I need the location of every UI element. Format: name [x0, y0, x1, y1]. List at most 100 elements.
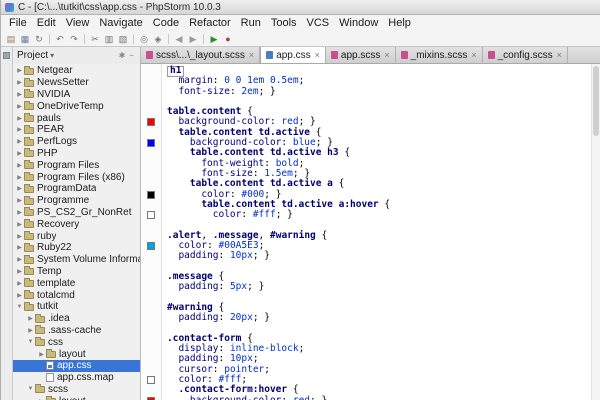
expand-collapsed-icon[interactable]: ▶: [15, 292, 24, 299]
expand-expanded-icon[interactable]: ▼: [15, 304, 24, 310]
tab-close-icon[interactable]: ×: [249, 50, 254, 60]
editor-tab[interactable]: scss\...\_layout.scss ×: [141, 47, 261, 63]
code-line[interactable]: background-color: red; }: [167, 395, 591, 400]
back-icon[interactable]: ◀: [172, 32, 186, 46]
color-swatch[interactable]: [147, 118, 155, 127]
find-icon[interactable]: ◎: [137, 32, 151, 46]
expand-collapsed-icon[interactable]: ▶: [15, 79, 24, 86]
project-panel-header[interactable]: Project ▾ ✱ −: [13, 47, 140, 64]
expand-collapsed-icon[interactable]: ▶: [15, 221, 24, 228]
menu-item-navigate[interactable]: Navigate: [94, 17, 147, 29]
editor-tab[interactable]: app.scss ×: [326, 47, 396, 63]
tree-item[interactable]: ▼ tutkit: [13, 301, 140, 313]
expand-collapsed-icon[interactable]: ▶: [37, 351, 46, 358]
code-line[interactable]: padding: 5px; }: [167, 282, 591, 292]
tab-close-icon[interactable]: ×: [384, 50, 389, 60]
expand-collapsed-icon[interactable]: ▶: [15, 268, 24, 275]
expand-collapsed-icon[interactable]: ▶: [15, 280, 24, 287]
scrollbar-thumb[interactable]: [593, 66, 599, 136]
expand-collapsed-icon[interactable]: ▶: [26, 315, 35, 322]
project-tool-button[interactable]: [3, 52, 10, 59]
expand-collapsed-icon[interactable]: ▶: [15, 244, 24, 251]
tree-item[interactable]: ▶ Netgear: [13, 65, 140, 77]
code-line[interactable]: padding: 20px; }: [167, 312, 591, 323]
tree-item[interactable]: ▶ Recovery: [13, 218, 140, 230]
tree-item[interactable]: ▶ ProgramData: [13, 183, 140, 195]
tree-item[interactable]: ▶ pauls: [13, 112, 140, 124]
code-line[interactable]: padding: 10px; }: [167, 251, 591, 261]
expand-collapsed-icon[interactable]: ▶: [15, 103, 24, 110]
tree-item[interactable]: ▶ Temp: [13, 266, 140, 278]
expand-collapsed-icon[interactable]: ▶: [15, 126, 24, 133]
open-icon[interactable]: ▤: [4, 32, 18, 46]
tab-close-icon[interactable]: ×: [557, 50, 562, 60]
forward-icon[interactable]: ▶: [186, 32, 200, 46]
menu-item-run[interactable]: Run: [236, 17, 266, 29]
menu-item-window[interactable]: Window: [334, 17, 383, 29]
expand-collapsed-icon[interactable]: ▶: [15, 162, 24, 169]
chevron-down-icon[interactable]: ▾: [50, 51, 54, 60]
menu-item-refactor[interactable]: Refactor: [184, 17, 236, 29]
expand-collapsed-icon[interactable]: ▶: [15, 174, 24, 181]
copy-icon[interactable]: ▥: [102, 32, 116, 46]
color-swatch[interactable]: [147, 190, 155, 199]
debug-icon[interactable]: ●: [221, 32, 235, 46]
color-swatch[interactable]: [147, 396, 155, 400]
menu-item-vcs[interactable]: VCS: [302, 17, 335, 29]
tree-item[interactable]: ▶ PS_CS2_Gr_NonRet: [13, 207, 140, 219]
menu-item-file[interactable]: File: [4, 17, 32, 29]
tree-item[interactable]: app.css.map: [13, 372, 140, 384]
editor[interactable]: h1 margin: 0 0 1em 0.5em; font-size: 2em…: [141, 64, 600, 400]
run-icon[interactable]: ▶: [207, 32, 221, 46]
code-line[interactable]: [167, 262, 591, 272]
code-line[interactable]: font-size: 2em; }: [167, 86, 591, 97]
hide-panel-icon[interactable]: −: [127, 51, 136, 60]
tree-item[interactable]: ▶ PEAR: [13, 124, 140, 136]
tree-item[interactable]: app.css: [13, 359, 140, 372]
tree-item[interactable]: ▼ css: [13, 336, 140, 348]
menu-item-help[interactable]: Help: [383, 17, 416, 29]
undo-icon[interactable]: ↶: [53, 32, 67, 46]
expand-collapsed-icon[interactable]: ▶: [15, 209, 24, 216]
tree-item[interactable]: ▶ .idea: [13, 313, 140, 325]
menu-item-view[interactable]: View: [61, 17, 95, 29]
code-line[interactable]: color: #fff; }: [167, 210, 591, 220]
color-swatch[interactable]: [147, 139, 155, 148]
tree-item[interactable]: ▶ totalcmd: [13, 289, 140, 301]
expand-collapsed-icon[interactable]: ▶: [26, 327, 35, 334]
replace-icon[interactable]: ◈: [151, 32, 165, 46]
tab-close-icon[interactable]: ×: [471, 50, 476, 60]
title-bar[interactable]: C - [C:\...\tutkit\css\app.css - PhpStor…: [1, 0, 600, 15]
expand-collapsed-icon[interactable]: ▶: [15, 138, 24, 145]
tree-item[interactable]: ▶ PerfLogs: [13, 136, 140, 148]
tree-item[interactable]: ▶layout: [13, 395, 140, 400]
synchronize-icon[interactable]: ↻: [32, 32, 46, 46]
menu-item-code[interactable]: Code: [148, 17, 184, 29]
expand-expanded-icon[interactable]: ▼: [26, 339, 35, 345]
expand-collapsed-icon[interactable]: ▶: [15, 115, 24, 122]
tree-item[interactable]: ▶ Program Files (x86): [13, 171, 140, 183]
cut-icon[interactable]: ✂: [88, 32, 102, 46]
color-swatch[interactable]: [147, 211, 155, 220]
expand-collapsed-icon[interactable]: ▶: [15, 150, 24, 157]
tree-item[interactable]: ▶ NVIDIA: [13, 89, 140, 101]
expand-collapsed-icon[interactable]: ▶: [15, 67, 24, 74]
color-swatch[interactable]: [147, 375, 155, 384]
menu-item-edit[interactable]: Edit: [32, 17, 61, 29]
paste-icon[interactable]: ▧: [116, 32, 130, 46]
tree-item[interactable]: ▶ Ruby22: [13, 242, 140, 254]
tree-item[interactable]: ▶ template: [13, 277, 140, 289]
tree-item[interactable]: ▶ ruby: [13, 230, 140, 242]
redo-icon[interactable]: ↷: [67, 32, 81, 46]
color-swatch[interactable]: [147, 242, 155, 251]
settings-icon[interactable]: ✱: [117, 51, 128, 60]
code-line[interactable]: [167, 293, 591, 303]
expand-collapsed-icon[interactable]: ▶: [15, 233, 24, 240]
tree-item[interactable]: ▶ NewsSetter: [13, 77, 140, 89]
tree-item[interactable]: ▶ OneDriveTemp: [13, 100, 140, 112]
expand-collapsed-icon[interactable]: ▶: [15, 197, 24, 204]
menu-item-tools[interactable]: Tools: [266, 17, 302, 29]
tree-item[interactable]: ▶layout: [13, 348, 140, 360]
tab-close-icon[interactable]: ×: [315, 50, 320, 60]
expand-collapsed-icon[interactable]: ▶: [15, 256, 24, 263]
